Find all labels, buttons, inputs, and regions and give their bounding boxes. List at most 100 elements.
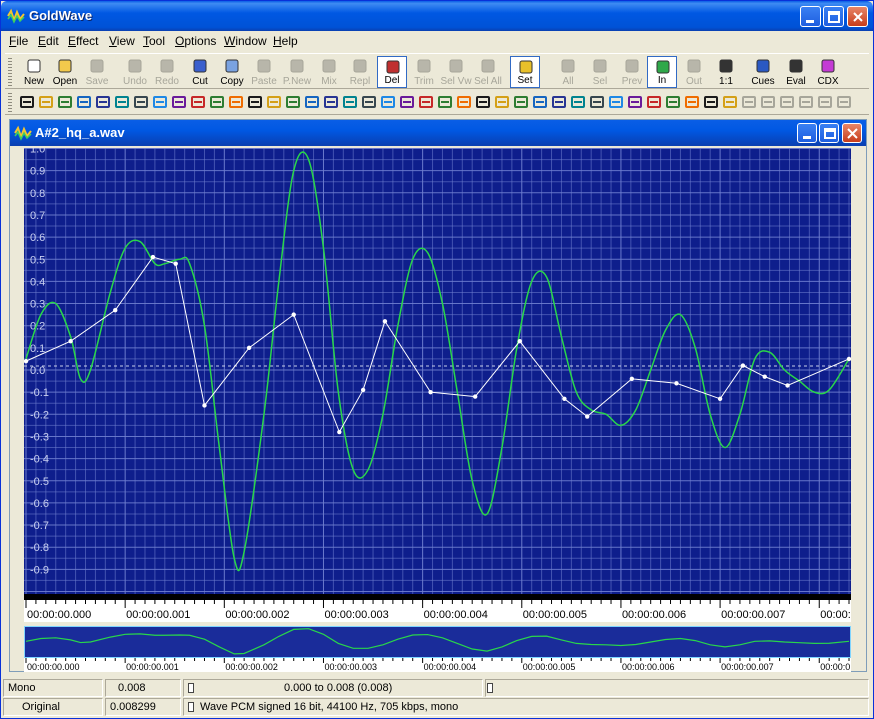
menu-edit[interactable]: Edit bbox=[38, 34, 59, 48]
spatial-button[interactable] bbox=[397, 92, 417, 112]
close-button[interactable] bbox=[847, 6, 868, 27]
mail-button[interactable] bbox=[834, 92, 854, 112]
fade-out-button[interactable] bbox=[169, 92, 189, 112]
volume-button[interactable] bbox=[435, 92, 455, 112]
flanger-button[interactable] bbox=[188, 92, 208, 112]
toolbar-open-button[interactable]: Open bbox=[50, 56, 80, 88]
mechanize-button[interactable] bbox=[226, 92, 246, 112]
toolbar-button-label: CDX bbox=[817, 76, 839, 87]
lowpass-button[interactable] bbox=[511, 92, 531, 112]
toolbar-sel-vw-button[interactable]: Sel Vw bbox=[440, 56, 472, 88]
toolbar-cues-button[interactable]: Cues bbox=[748, 56, 778, 88]
fade-in-button[interactable] bbox=[150, 92, 170, 112]
overview-canvas[interactable] bbox=[24, 626, 851, 658]
toolbar-trim-button[interactable]: Trim bbox=[409, 56, 439, 88]
noise-gate-button[interactable] bbox=[568, 92, 588, 112]
document-maximize-button[interactable] bbox=[819, 123, 839, 143]
menu-options[interactable]: Options bbox=[175, 34, 216, 48]
play-button[interactable] bbox=[720, 92, 740, 112]
silence-button[interactable] bbox=[378, 92, 398, 112]
toolbar-cut-button[interactable]: Cut bbox=[185, 56, 215, 88]
toolbar-prev-button[interactable]: Prev bbox=[617, 56, 647, 88]
waveform-display[interactable]: 1.0 0.9 0.8 0.7 0.6 0.5 0.4 0.3 0.2 0.1 0.0 -0.1 -0.… bbox=[24, 148, 851, 594]
toolbar-save-button[interactable]: Save bbox=[82, 56, 112, 88]
pan-button[interactable] bbox=[283, 92, 303, 112]
toolbar-grip[interactable] bbox=[8, 58, 12, 86]
toolbar-eval-button[interactable]: Eval bbox=[781, 56, 811, 88]
scissors-icon bbox=[193, 59, 207, 73]
menu-effect[interactable]: Effect bbox=[68, 34, 98, 48]
menu-view[interactable]: View bbox=[109, 34, 135, 48]
frequency-button[interactable] bbox=[739, 92, 759, 112]
menu-help[interactable]: Help bbox=[273, 34, 298, 48]
y-axis-label: 0.7 bbox=[30, 210, 45, 222]
status-format: Wave PCM signed 16 bit, 44100 Hz, 705 kb… bbox=[183, 698, 869, 716]
toolbar-in-button[interactable]: In bbox=[647, 56, 677, 88]
toolbar-undo-button[interactable]: Undo bbox=[120, 56, 150, 88]
clicks-button[interactable] bbox=[606, 92, 626, 112]
bandpass-filter-button[interactable] bbox=[36, 92, 56, 112]
zoom-all-icon bbox=[561, 59, 575, 73]
sample-point bbox=[517, 339, 522, 344]
minimize-button[interactable] bbox=[800, 6, 821, 27]
dynamics-button[interactable] bbox=[93, 92, 113, 112]
menu-bar: File Edit Effect View Tool Options Windo… bbox=[1, 31, 873, 51]
toolbar-set-button[interactable]: Set bbox=[510, 56, 540, 88]
split-button[interactable] bbox=[777, 92, 797, 112]
fit-volume-button[interactable] bbox=[663, 92, 683, 112]
maximize-button[interactable] bbox=[823, 6, 844, 27]
toolbar-1-1-button[interactable]: 1:1 bbox=[711, 56, 741, 88]
highpass-button[interactable] bbox=[530, 92, 550, 112]
filter-button[interactable] bbox=[796, 92, 816, 112]
clock-button[interactable] bbox=[815, 92, 835, 112]
spectrum-button[interactable] bbox=[549, 92, 569, 112]
title-bar[interactable]: GoldWave bbox=[1, 1, 873, 31]
overview-display[interactable] bbox=[24, 626, 851, 658]
toolbar-repl-button[interactable]: Repl bbox=[345, 56, 375, 88]
toolbar-redo-button[interactable]: Redo bbox=[152, 56, 182, 88]
toolbar-cdx-button[interactable]: CDX bbox=[813, 56, 843, 88]
toolbar-grip[interactable] bbox=[8, 93, 12, 113]
merge-button[interactable] bbox=[758, 92, 778, 112]
waveform-canvas[interactable]: 1.00.90.80.70.60.50.40.30.20.10.0-0.1-0.… bbox=[24, 148, 851, 594]
pitch-button[interactable] bbox=[302, 92, 322, 112]
equalizer-button[interactable] bbox=[131, 92, 151, 112]
compressor-button[interactable] bbox=[55, 92, 75, 112]
offset-button[interactable] bbox=[264, 92, 284, 112]
filter-icon bbox=[799, 96, 813, 108]
toolbar-copy-button[interactable]: Copy bbox=[217, 56, 247, 88]
echo-button[interactable] bbox=[112, 92, 132, 112]
invert-button[interactable] bbox=[207, 92, 227, 112]
menu-tool[interactable]: Tool bbox=[143, 34, 165, 48]
shape-button[interactable] bbox=[625, 92, 645, 112]
stereo-button[interactable] bbox=[492, 92, 512, 112]
reverb-button[interactable] bbox=[340, 92, 360, 112]
match-volume-button[interactable] bbox=[644, 92, 664, 112]
noise-reduction-button[interactable] bbox=[245, 92, 265, 112]
toolbar-out-button[interactable]: Out bbox=[679, 56, 709, 88]
marker-button[interactable] bbox=[701, 92, 721, 112]
toolbar-all-button[interactable]: All bbox=[553, 56, 583, 88]
time-warp-button[interactable] bbox=[416, 92, 436, 112]
toolbar-mix-button[interactable]: Mix bbox=[314, 56, 344, 88]
doppler-button[interactable] bbox=[74, 92, 94, 112]
toolbar-del-button[interactable]: Del bbox=[377, 56, 407, 88]
document-title-bar[interactable]: A#2_hq_a.wav bbox=[10, 120, 866, 146]
auto-gain-button[interactable] bbox=[17, 92, 37, 112]
toolbar-sel-all-button[interactable]: Sel All bbox=[473, 56, 503, 88]
menu-file[interactable]: File bbox=[9, 34, 28, 48]
menu-window[interactable]: Window bbox=[224, 34, 267, 48]
maximize-volume-button[interactable] bbox=[473, 92, 493, 112]
time-ruler[interactable]: 00:00:00.000 00:00:00.001 00:00:00.002 00:0… bbox=[24, 594, 874, 622]
toolbar-sel-button[interactable]: Sel bbox=[585, 56, 615, 88]
toolbar-paste-button[interactable]: Paste bbox=[249, 56, 279, 88]
playback-rate-button[interactable] bbox=[321, 92, 341, 112]
toolbar-p-new-button[interactable]: P.New bbox=[282, 56, 312, 88]
channel-mixer-button[interactable] bbox=[454, 92, 474, 112]
smoother-button[interactable] bbox=[682, 92, 702, 112]
reverse-button[interactable] bbox=[359, 92, 379, 112]
document-close-button[interactable] bbox=[842, 123, 862, 143]
resample-button[interactable] bbox=[587, 92, 607, 112]
document-minimize-button[interactable] bbox=[797, 123, 817, 143]
toolbar-new-button[interactable]: New bbox=[19, 56, 49, 88]
